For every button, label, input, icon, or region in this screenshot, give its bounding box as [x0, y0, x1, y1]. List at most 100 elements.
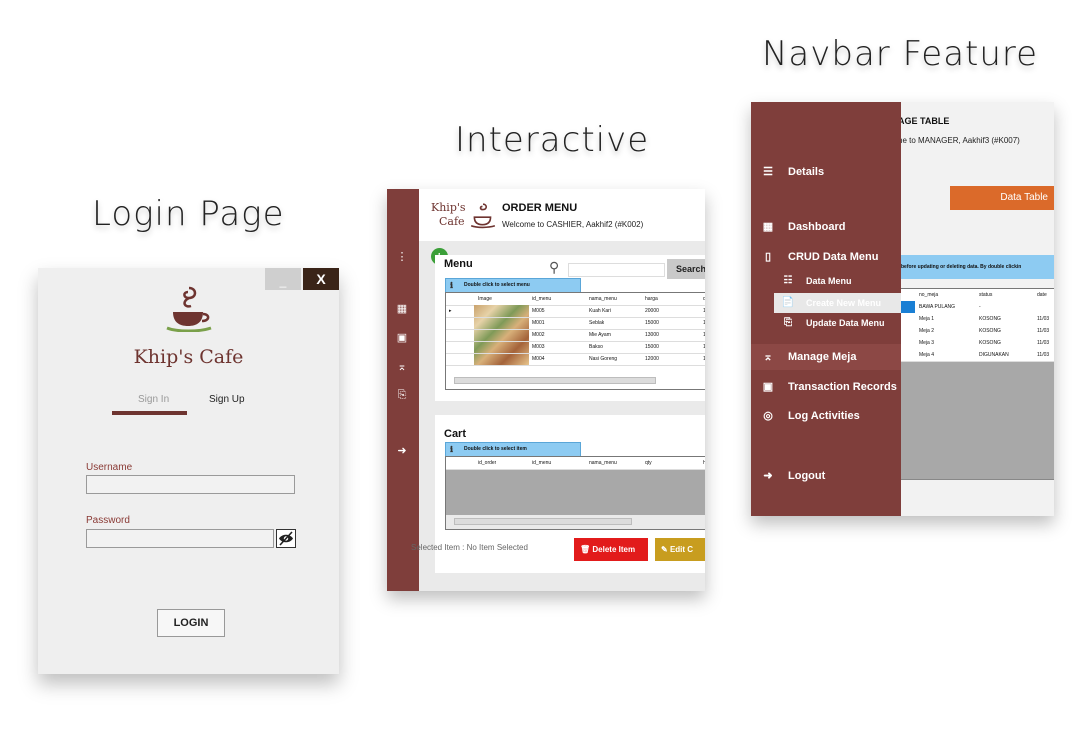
- welcome-text: Welcome to CASHIER, Aakhif2 (#K002): [502, 220, 644, 229]
- table-icon[interactable]: ⌅: [395, 360, 409, 374]
- cell-date: 11/03: [1037, 352, 1050, 358]
- cell-status: KOSONG: [979, 328, 1001, 334]
- cell-date: 11/03: [1037, 340, 1050, 346]
- data-table-button[interactable]: Data Table: [950, 186, 1054, 210]
- column-header: nama_menu: [589, 460, 617, 466]
- cart-table[interactable]: id_order id_menu nama_menu qty h: [445, 456, 705, 530]
- nav-item-log-activities[interactable]: ◎ Log Activities: [751, 406, 901, 426]
- cell-id-menu: M005: [532, 308, 545, 314]
- column-header: id_order: [478, 460, 497, 466]
- column-header: id_menu: [532, 296, 552, 302]
- menu-hint: ℹ Double click to select menu: [445, 278, 581, 293]
- close-button[interactable]: X: [303, 268, 339, 290]
- cell-nama-menu: Mie Ayam: [589, 332, 611, 338]
- dashboard-icon[interactable]: ▦: [395, 302, 409, 316]
- nav-item-update-data-menu[interactable]: ⎘ Update Data Menu: [751, 313, 901, 333]
- nav-label: CRUD Data Menu: [788, 251, 879, 263]
- table-row[interactable]: M004 Nasi Goreng 12000 11: [446, 353, 705, 366]
- horizontal-scrollbar[interactable]: [454, 518, 632, 525]
- minimize-button[interactable]: _: [265, 268, 301, 290]
- column-header: id_menu: [532, 460, 552, 466]
- login-button[interactable]: LOGIN: [157, 609, 225, 637]
- column-header: no_meja: [919, 292, 939, 298]
- logout-icon[interactable]: ➜: [395, 444, 409, 458]
- username-label: Username: [86, 462, 133, 473]
- nav-item-details[interactable]: ☰ Details: [751, 162, 901, 182]
- nav-item-crud-data-menu[interactable]: ▯ CRUD Data Menu: [751, 247, 901, 267]
- cell-harga: 20000: [645, 308, 659, 314]
- menu-title: Menu: [444, 258, 473, 270]
- receipt-icon[interactable]: ⎘: [395, 388, 409, 402]
- hamburger-icon: ☰: [763, 166, 773, 178]
- money-icon: ▣: [762, 381, 774, 393]
- order-icon[interactable]: ▣: [395, 331, 409, 345]
- scrollbar-track: [901, 479, 1054, 500]
- nav-item-logout[interactable]: ➜ Logout: [751, 466, 901, 486]
- column-header: harga: [645, 296, 658, 302]
- header: Khip's Cafe ORDER MENU Welcome to CASHIE…: [419, 189, 705, 241]
- cafe-logo-icon: [469, 201, 497, 234]
- cell-date: 11/03: [1037, 316, 1050, 322]
- password-field[interactable]: [86, 529, 274, 548]
- selected-item-text: Selected Item : No Item Selected: [411, 543, 528, 552]
- info-banner: before updating or deleting data. By dou…: [901, 255, 1054, 279]
- search-input[interactable]: [568, 263, 665, 277]
- menu-panel: Menu ⚲ Search ℹ Double click to select m…: [435, 255, 705, 401]
- cell-nama-menu: Kuah Kari: [589, 308, 611, 314]
- menu-dots-icon[interactable]: ⋮: [395, 250, 409, 264]
- username-field[interactable]: [86, 475, 295, 494]
- cell-harga: 15000: [645, 320, 659, 326]
- brand-name: Khip's Cafe: [133, 346, 244, 368]
- nav-item-manage-meja[interactable]: ⌅ Manage Meja: [751, 344, 901, 370]
- delete-item-button[interactable]: 🗑 Delete Item: [574, 538, 648, 561]
- nav-item-create-new-menu[interactable]: 📄 Create New Menu: [774, 293, 901, 313]
- active-tab-indicator: [112, 411, 187, 415]
- nav-label: Data Menu: [806, 276, 852, 286]
- menu-hint-text: Double click to select menu: [464, 282, 530, 288]
- nav-label: Manage Meja: [788, 351, 857, 363]
- column-header: status: [979, 292, 993, 298]
- cart-hint: ℹ Double click to select item: [445, 442, 581, 457]
- search-button[interactable]: Search: [667, 259, 705, 279]
- cell-harga: 13000: [645, 332, 659, 338]
- cell-status: KOSONG: [979, 316, 1001, 322]
- nav-label: Dashboard: [788, 221, 846, 233]
- cell-harga: 15000: [645, 344, 659, 350]
- nav-label: Details: [788, 166, 825, 178]
- order-menu-window: ⋮ ▦ ▣ ⌅ ⎘ ➜ Khip's Cafe ORDER MENU Welco…: [387, 189, 705, 591]
- table-header: id_order id_menu nama_menu qty h: [446, 457, 705, 470]
- row-selector-icon: ▸: [449, 308, 452, 314]
- clipboard-icon: ▯: [764, 251, 772, 263]
- nav-label: Transaction Records: [788, 381, 897, 393]
- cell-date: 11/03: [1037, 328, 1050, 334]
- nav-label: Logout: [788, 470, 826, 482]
- toggle-password-visibility-icon[interactable]: [276, 529, 296, 548]
- nav-drawer: ☰ Details ▦ Dashboard ▯ CRUD Data Menu ☷…: [751, 102, 901, 516]
- tab-sign-in[interactable]: Sign In: [138, 394, 169, 405]
- info-icon: ℹ: [450, 445, 454, 454]
- edit-button[interactable]: ✎ Edit C: [655, 538, 705, 561]
- nav-item-data-menu[interactable]: ☷ Data Menu: [751, 271, 901, 291]
- menu-table[interactable]: Image id_menu nama_menu harga d ▸ M005 K…: [445, 292, 705, 390]
- cell-id-menu: M004: [532, 356, 545, 362]
- cell-id-menu: M001: [532, 320, 545, 326]
- cell-nama-menu: Nasi Goreng: [589, 356, 618, 362]
- horizontal-scrollbar[interactable]: [454, 377, 656, 384]
- cell-id-menu: M002: [532, 332, 545, 338]
- nav-item-transaction-records[interactable]: ▣ Transaction Records: [751, 377, 901, 397]
- tab-sign-up[interactable]: Sign Up: [209, 394, 245, 405]
- cell-nama-menu: Bakso: [589, 344, 603, 350]
- list-icon: ☷: [783, 275, 793, 286]
- meja-table[interactable]: no_meja status date BAWA PULANG - Meja 1…: [901, 288, 1054, 500]
- table-row[interactable]: Meja 4 DIGUNAKAN 11/03: [901, 349, 1054, 362]
- cell-status: KOSONG: [979, 340, 1001, 346]
- nav-item-dashboard[interactable]: ▦ Dashboard: [751, 217, 901, 237]
- dashboard-icon: ▦: [762, 221, 774, 233]
- column-header: nama_menu: [589, 296, 617, 302]
- cart-hint-text: Double click to select item: [464, 446, 527, 452]
- column-header: Image: [478, 296, 492, 302]
- column-header: date: [1037, 292, 1047, 298]
- column-header: qty: [645, 460, 652, 466]
- cell-extra: 11: [703, 353, 705, 365]
- heading-interactive: Interactive: [455, 120, 650, 160]
